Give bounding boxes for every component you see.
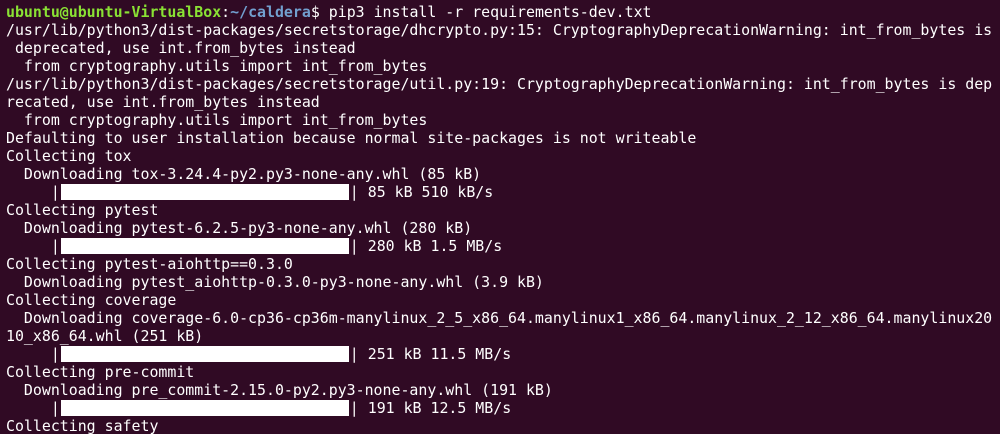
terminal-output: ubuntu@ubuntu-VirtualBox:~/caldera$ pip3… bbox=[6, 3, 992, 434]
output-line: from cryptography.utils import int_from_… bbox=[6, 57, 428, 75]
progress-text: | 280 kB 1.5 MB/s bbox=[349, 237, 503, 255]
output-line: deprecated, use int.from_bytes instead bbox=[6, 39, 356, 57]
output-line: Collecting coverage bbox=[6, 291, 177, 309]
output-line: Collecting tox bbox=[6, 147, 132, 165]
output-line: /usr/lib/python3/dist-packages/secretsto… bbox=[6, 75, 993, 93]
output-line: Downloading pre_commit-2.15.0-py2.py3-no… bbox=[6, 381, 553, 399]
output-line: from cryptography.utils import int_from_… bbox=[6, 111, 428, 129]
output-line: /usr/lib/python3/dist-packages/secretsto… bbox=[6, 21, 993, 39]
prompt-symbol: $ bbox=[310, 3, 329, 21]
progress-line-pre-commit: | | 191 kB 12.5 MB/s bbox=[6, 399, 992, 417]
progress-line-tox: | | 85 kB 510 kB/s bbox=[6, 183, 992, 201]
prompt-user-host: ubuntu@ubuntu-VirtualBox bbox=[6, 3, 222, 21]
prompt-line: ubuntu@ubuntu-VirtualBox:~/caldera$ pip3… bbox=[6, 3, 992, 21]
output-line: recated, use int.from_bytes instead bbox=[6, 93, 320, 111]
prompt-separator: : bbox=[221, 3, 231, 21]
output-line: Collecting pytest bbox=[6, 201, 159, 219]
progress-bar bbox=[60, 238, 349, 254]
output-line: Collecting pytest-aiohttp==0.3.0 bbox=[6, 255, 293, 273]
output-line: Downloading coverage-6.0-cp36-cp36m-many… bbox=[6, 309, 993, 327]
output-line: Downloading pytest_aiohttp-0.3.0-py3-non… bbox=[6, 273, 544, 291]
progress-text: | 191 kB 12.5 MB/s bbox=[349, 399, 512, 417]
output-line: Collecting pre-commit bbox=[6, 363, 195, 381]
progress-bar-prefix: | bbox=[6, 237, 60, 255]
output-line: Collecting safety bbox=[6, 417, 159, 434]
progress-bar bbox=[60, 400, 349, 416]
output-line: Downloading pytest-6.2.5-py3-none-any.wh… bbox=[6, 219, 473, 237]
output-line: 10_x86_64.whl (251 kB) bbox=[6, 327, 204, 345]
progress-bar bbox=[60, 346, 349, 362]
progress-text: | 85 kB 510 kB/s bbox=[349, 183, 494, 201]
progress-line-pytest: | | 280 kB 1.5 MB/s bbox=[6, 237, 992, 255]
progress-bar bbox=[60, 184, 349, 200]
prompt-command: pip3 install -r requirements-dev.txt bbox=[328, 3, 652, 21]
progress-bar-prefix: | bbox=[6, 399, 60, 417]
progress-line-coverage: | | 251 kB 11.5 MB/s bbox=[6, 345, 992, 363]
progress-text: | 251 kB 11.5 MB/s bbox=[349, 345, 512, 363]
output-line: Downloading tox-3.24.4-py2.py3-none-any.… bbox=[6, 165, 482, 183]
output-line: Defaulting to user installation because … bbox=[6, 129, 697, 147]
progress-bar-prefix: | bbox=[6, 345, 60, 363]
progress-bar-prefix: | bbox=[6, 183, 60, 201]
terminal-window[interactable]: ' '' ubuntu@ubuntu-VirtualBox:~/caldera$… bbox=[0, 0, 1000, 434]
prompt-path: ~/caldera bbox=[230, 3, 311, 21]
